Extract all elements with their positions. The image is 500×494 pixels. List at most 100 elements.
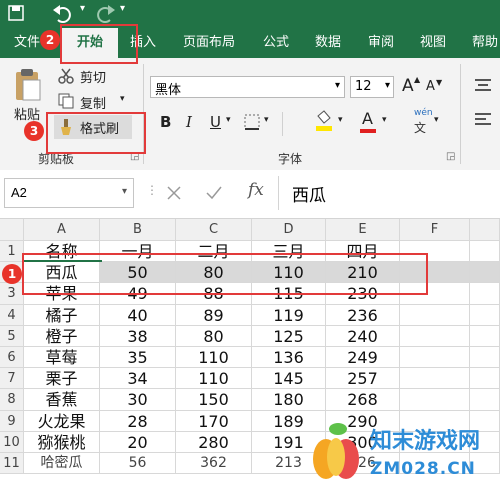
- table-cell[interactable]: 20: [100, 431, 176, 453]
- table-cell[interactable]: [470, 389, 500, 411]
- column-header[interactable]: A: [24, 219, 100, 241]
- row-header[interactable]: 9: [0, 410, 24, 432]
- column-header[interactable]: F: [400, 219, 470, 241]
- borders-dropdown-icon[interactable]: ▾: [264, 115, 269, 125]
- table-cell[interactable]: 145: [252, 368, 326, 390]
- tab-file[interactable]: 文件: [14, 28, 40, 58]
- underline-dropdown-icon[interactable]: ▾: [226, 115, 231, 125]
- tab-data[interactable]: 数据: [315, 28, 341, 58]
- select-all-corner[interactable]: [0, 219, 24, 241]
- font-color-button[interactable]: A: [362, 109, 373, 128]
- font-launcher-icon[interactable]: ◲: [446, 151, 455, 162]
- fill-color-dropdown-icon[interactable]: ▾: [338, 115, 343, 125]
- formula-input[interactable]: 西瓜: [292, 181, 326, 206]
- tab-formulas[interactable]: 公式: [263, 28, 289, 58]
- shrink-font-button[interactable]: A: [426, 79, 435, 94]
- tab-review[interactable]: 审阅: [368, 28, 394, 58]
- fill-color-icon[interactable]: [314, 110, 334, 132]
- column-header[interactable]: C: [176, 219, 252, 241]
- insert-function-button[interactable]: fx: [248, 180, 264, 200]
- save-icon[interactable]: [8, 5, 24, 21]
- row-header[interactable]: 3: [0, 283, 24, 305]
- table-cell[interactable]: [470, 347, 500, 369]
- cancel-icon[interactable]: [167, 186, 181, 200]
- underline-button[interactable]: U: [210, 113, 221, 131]
- row-header[interactable]: 4: [0, 304, 24, 326]
- column-header[interactable]: D: [252, 219, 326, 241]
- italic-button[interactable]: I: [186, 113, 192, 131]
- font-color-dropdown-icon[interactable]: ▾: [382, 115, 387, 125]
- table-cell[interactable]: 80: [176, 325, 252, 347]
- table-cell[interactable]: 180: [252, 389, 326, 411]
- enter-icon[interactable]: [206, 186, 222, 200]
- bold-button[interactable]: B: [160, 113, 171, 131]
- row-header[interactable]: 7: [0, 368, 24, 390]
- table-cell[interactable]: 38: [100, 325, 176, 347]
- table-cell[interactable]: 240: [326, 325, 400, 347]
- row-header[interactable]: 6: [0, 347, 24, 369]
- row-header[interactable]: 1: [0, 241, 24, 263]
- table-cell[interactable]: [400, 389, 470, 411]
- table-cell[interactable]: [470, 325, 500, 347]
- grow-font-button[interactable]: A: [402, 76, 414, 96]
- borders-icon[interactable]: [244, 114, 260, 130]
- table-cell[interactable]: 125: [252, 325, 326, 347]
- table-cell[interactable]: 草莓: [24, 347, 100, 369]
- column-header[interactable]: [470, 219, 500, 241]
- name-box[interactable]: A2 ▾: [4, 178, 134, 208]
- table-cell[interactable]: [400, 347, 470, 369]
- copy-dropdown-icon[interactable]: ▾: [120, 94, 125, 104]
- table-cell[interactable]: 香蕉: [24, 389, 100, 411]
- table-cell[interactable]: [400, 325, 470, 347]
- table-cell[interactable]: 280: [176, 431, 252, 453]
- table-cell[interactable]: 110: [176, 368, 252, 390]
- table-cell[interactable]: 35: [100, 347, 176, 369]
- table-cell[interactable]: 268: [326, 389, 400, 411]
- table-cell[interactable]: 56: [100, 453, 176, 475]
- quick-access-dropdown-icon[interactable]: ▾: [120, 3, 125, 14]
- table-cell[interactable]: 火龙果: [24, 410, 100, 432]
- undo-dropdown-icon[interactable]: ▾: [80, 3, 85, 14]
- column-header[interactable]: B: [100, 219, 176, 241]
- row-header[interactable]: 8: [0, 389, 24, 411]
- header-cell[interactable]: [470, 241, 500, 263]
- table-cell[interactable]: 170: [176, 410, 252, 432]
- table-cell[interactable]: [400, 368, 470, 390]
- table-cell[interactable]: 橘子: [24, 304, 100, 326]
- table-cell[interactable]: [400, 304, 470, 326]
- table-cell[interactable]: 哈密瓜: [24, 453, 100, 475]
- align-left-icon[interactable]: [474, 112, 492, 128]
- table-cell[interactable]: 249: [326, 347, 400, 369]
- table-cell[interactable]: 136: [252, 347, 326, 369]
- table-cell[interactable]: [470, 283, 500, 305]
- tab-view[interactable]: 视图: [420, 28, 446, 58]
- paste-button[interactable]: 粘贴: [14, 104, 40, 123]
- table-cell[interactable]: 89: [176, 304, 252, 326]
- table-cell[interactable]: [470, 262, 500, 284]
- table-cell[interactable]: 236: [326, 304, 400, 326]
- table-cell[interactable]: 30: [100, 389, 176, 411]
- paste-icon[interactable]: [14, 68, 42, 102]
- cut-button[interactable]: 剪切: [80, 67, 106, 86]
- column-header[interactable]: E: [326, 219, 400, 241]
- table-cell[interactable]: [470, 304, 500, 326]
- font-name-select[interactable]: 黑体 ▾: [150, 76, 345, 98]
- table-cell[interactable]: 257: [326, 368, 400, 390]
- undo-icon[interactable]: [52, 4, 74, 24]
- phonetic-dropdown-icon[interactable]: ▾: [434, 115, 439, 125]
- phonetic-icon[interactable]: 文: [412, 120, 432, 134]
- copy-button[interactable]: 复制: [80, 93, 106, 112]
- table-cell[interactable]: 34: [100, 368, 176, 390]
- table-cell[interactable]: 362: [176, 453, 252, 475]
- row-header[interactable]: 11: [0, 453, 24, 475]
- table-cell[interactable]: 猕猴桃: [24, 431, 100, 453]
- table-cell[interactable]: 119: [252, 304, 326, 326]
- row-header[interactable]: 5: [0, 325, 24, 347]
- tab-page-layout[interactable]: 页面布局: [183, 28, 235, 58]
- tab-help[interactable]: 帮助: [472, 28, 498, 58]
- table-cell[interactable]: 150: [176, 389, 252, 411]
- top-align-icon[interactable]: [474, 78, 492, 94]
- redo-icon[interactable]: [94, 4, 116, 24]
- table-cell[interactable]: 橙子: [24, 325, 100, 347]
- table-cell[interactable]: [470, 368, 500, 390]
